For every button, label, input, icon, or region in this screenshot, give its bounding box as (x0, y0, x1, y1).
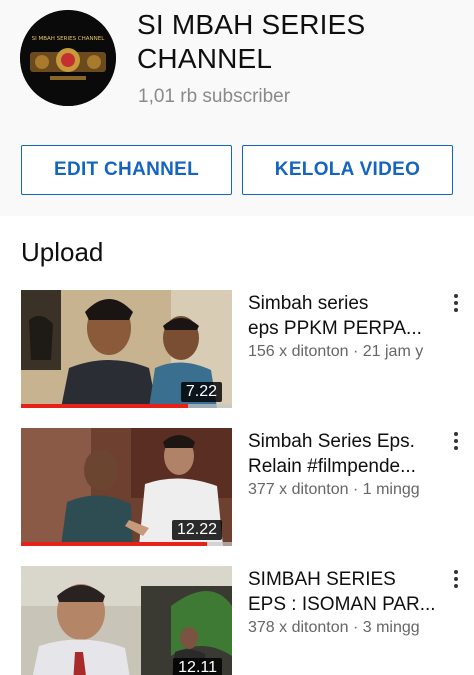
video-duration: 12.22 (171, 520, 222, 540)
video-duration: 7.22 (180, 382, 222, 402)
video-title-line: EPS : ISOMAN PAR... (248, 594, 436, 615)
video-item[interactable]: 12.11 SIMBAH SERIES EPS : ISOMAN PAR... … (0, 566, 474, 675)
video-title-line: Simbah Series Eps. (248, 431, 415, 452)
more-vert-icon[interactable] (446, 428, 466, 454)
channel-name-line: CHANNEL (137, 43, 273, 74)
video-title-line: SIMBAH SERIES (248, 569, 396, 590)
manage-videos-button[interactable]: KELOLA VIDEO (242, 145, 453, 195)
video-title-line: eps PPKM PERPA... (248, 318, 422, 339)
video-meta: 156 x ditonton · 21 jam y (248, 343, 424, 360)
subscriber-count: 1,01 rb subscriber (138, 86, 291, 107)
video-thumbnail[interactable]: 12.22 (21, 428, 232, 546)
channel-avatar[interactable]: SI MBAH SERIES CHANNEL (20, 10, 116, 106)
watch-progress-fill (21, 542, 207, 546)
channel-name-line: SI MBAH SERIES (137, 9, 366, 40)
watch-progress-bar (21, 542, 232, 546)
video-meta: 378 x ditonton · 3 mingg (248, 619, 420, 636)
video-title[interactable]: Simbah series eps PPKM PERPA... (248, 291, 438, 341)
section-title-upload: Upload (21, 237, 104, 267)
svg-text:SI MBAH SERIES CHANNEL: SI MBAH SERIES CHANNEL (32, 36, 106, 42)
video-title[interactable]: Simbah Series Eps. Relain #filmpende... (248, 429, 438, 479)
channel-name: SI MBAH SERIES CHANNEL (137, 8, 467, 76)
video-thumbnail[interactable]: 7.22 (21, 290, 232, 408)
more-vert-icon[interactable] (446, 290, 466, 316)
video-item[interactable]: 12.22 Simbah Series Eps. Relain #filmpen… (0, 428, 474, 548)
video-title-line: Simbah series (248, 293, 369, 314)
video-duration: 12.11 (173, 658, 222, 675)
watch-progress-fill (21, 404, 188, 408)
video-item[interactable]: 7.22 Simbah series eps PPKM PERPA... 156… (0, 290, 474, 410)
video-meta: 377 x ditonton · 1 mingg (248, 481, 420, 498)
video-thumbnail[interactable]: 12.11 (21, 566, 232, 675)
video-title-line: Relain #filmpende... (248, 456, 416, 477)
channel-header: SI MBAH SERIES CHANNEL SI MBAH SERIES CH… (0, 0, 474, 216)
edit-channel-button[interactable]: EDIT CHANNEL (21, 145, 232, 195)
video-title[interactable]: SIMBAH SERIES EPS : ISOMAN PAR... (248, 567, 438, 617)
watch-progress-bar (21, 404, 232, 408)
channel-logo-icon: SI MBAH SERIES CHANNEL (20, 10, 116, 106)
more-vert-icon[interactable] (446, 566, 466, 592)
